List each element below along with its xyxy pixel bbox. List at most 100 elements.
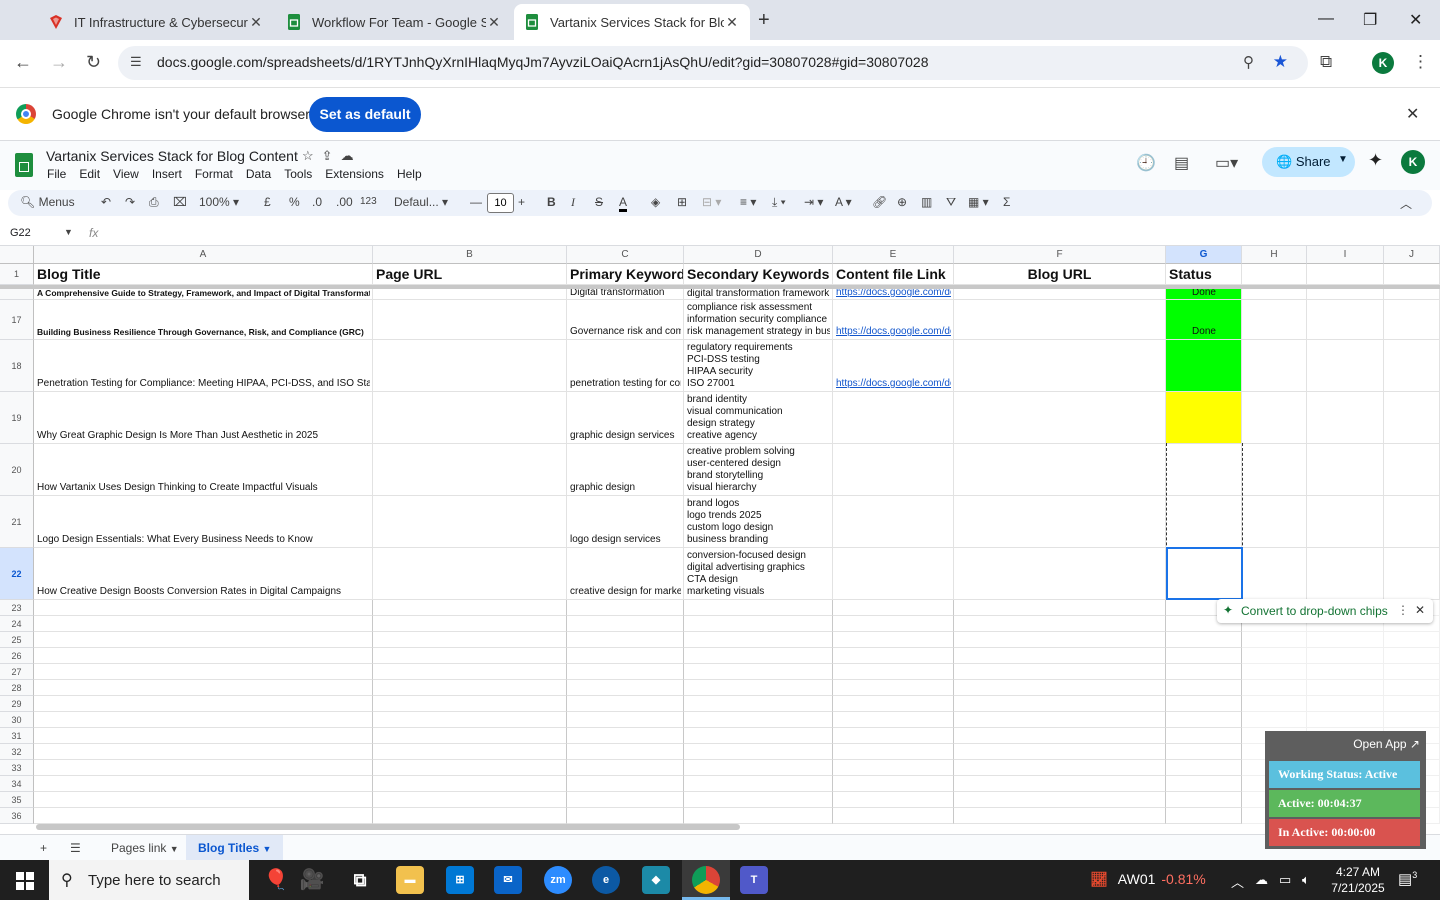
version-history-icon[interactable]: 🕘 (1136, 153, 1156, 173)
cell-page-url[interactable] (373, 444, 567, 496)
zoom-app-icon[interactable]: zm (544, 866, 572, 894)
column-header-j[interactable]: J (1384, 246, 1440, 264)
row-header[interactable]: 21 (0, 496, 34, 548)
forward-arrow-icon[interactable]: → (50, 52, 68, 73)
empty-cell[interactable] (567, 648, 684, 664)
empty-cell[interactable] (34, 600, 373, 616)
menu-format[interactable]: Format (195, 167, 233, 181)
horizontal-align-icon[interactable]: ≡ ▾ (740, 195, 756, 209)
empty-cell[interactable] (34, 680, 373, 696)
cell-blog-title[interactable]: Penetration Testing for Compliance: Meet… (34, 340, 373, 392)
empty-cell[interactable] (954, 760, 1166, 776)
empty-cell[interactable] (1307, 548, 1384, 600)
empty-cell[interactable] (1242, 648, 1307, 664)
empty-cell[interactable] (1242, 496, 1307, 548)
fill-color-icon[interactable]: ◈ (651, 195, 660, 209)
empty-cell[interactable] (1384, 392, 1440, 444)
volume-icon[interactable]: 🔈︎ (1302, 872, 1310, 888)
sheet-tab-active[interactable]: Blog Titles ▼ (186, 835, 284, 861)
header-cell-secondary-keywords[interactable]: Secondary Keywords (684, 264, 833, 285)
empty-cell[interactable] (1307, 648, 1384, 664)
sheet-tab-dropdown-icon[interactable]: ▼ (262, 844, 271, 854)
row-header[interactable]: 32 (0, 744, 34, 760)
comments-icon[interactable]: ▤ (1174, 153, 1189, 173)
close-tab-icon[interactable]: ✕ (724, 14, 740, 31)
onedrive-cloud-icon[interactable]: ☁ (1255, 872, 1268, 888)
empty-cell[interactable] (567, 680, 684, 696)
filter-icon[interactable]: ⛛ (946, 195, 956, 210)
empty-cell[interactable] (1166, 776, 1242, 792)
empty-cell[interactable] (1307, 392, 1384, 444)
empty-cell[interactable] (1307, 264, 1384, 285)
empty-cell[interactable] (373, 680, 567, 696)
menu-data[interactable]: Data (246, 167, 271, 181)
empty-cell[interactable] (833, 648, 954, 664)
empty-cell[interactable] (567, 616, 684, 632)
empty-cell[interactable] (684, 664, 833, 680)
name-box[interactable]: G22 (10, 227, 31, 239)
empty-cell[interactable] (684, 680, 833, 696)
decrease-decimal[interactable]: .0 (312, 195, 322, 209)
task-view-icon[interactable]: ⧉ (346, 866, 374, 894)
row-header[interactable]: 34 (0, 776, 34, 792)
empty-cell[interactable] (567, 728, 684, 744)
empty-cell[interactable] (373, 712, 567, 728)
empty-cell[interactable] (1166, 648, 1242, 664)
windows-start-icon[interactable] (16, 872, 34, 890)
name-box-dropdown-icon[interactable]: ▼ (64, 227, 73, 237)
empty-cell[interactable] (567, 632, 684, 648)
empty-cell[interactable] (1384, 696, 1440, 712)
close-tab-icon[interactable]: ✕ (248, 14, 264, 31)
all-sheets-list-icon[interactable]: ☰ (70, 841, 81, 855)
empty-cell[interactable] (373, 696, 567, 712)
empty-cell[interactable] (567, 664, 684, 680)
empty-cell[interactable] (1384, 680, 1440, 696)
cell-primary-keyword[interactable]: logo design services (567, 496, 684, 548)
empty-cell[interactable] (1166, 728, 1242, 744)
cell-page-url[interactable] (373, 548, 567, 600)
empty-cell[interactable] (684, 792, 833, 808)
cell-page-url[interactable] (373, 289, 567, 300)
empty-cell[interactable] (833, 744, 954, 760)
empty-cell[interactable] (1307, 340, 1384, 392)
empty-cell[interactable] (373, 600, 567, 616)
collapse-toolbar-chevron-up-icon[interactable]: ︿ (1400, 195, 1412, 212)
column-header-h[interactable]: H (1242, 246, 1307, 264)
empty-cell[interactable] (1242, 548, 1307, 600)
column-header-e[interactable]: E (833, 246, 954, 264)
browser-tab[interactable]: Workflow For Team - Google Sh ✕ (276, 4, 512, 40)
empty-cell[interactable] (34, 664, 373, 680)
text-wrap-icon[interactable]: ⇥ ▾ (804, 195, 823, 209)
cell-blog-title[interactable]: Logo Design Essentials: What Every Busin… (34, 496, 373, 548)
empty-cell[interactable] (833, 808, 954, 824)
bold-icon[interactable]: B (547, 195, 556, 209)
cell-secondary-keywords[interactable]: compliance risk assessment information se… (684, 300, 833, 340)
notifications-icon[interactable]: ▤3 (1398, 870, 1417, 888)
increase-decimal[interactable]: .00 (336, 195, 353, 209)
content-file-link[interactable]: https://docs.google.com/do (836, 289, 951, 298)
empty-cell[interactable] (1166, 680, 1242, 696)
insert-chart-icon[interactable]: ▥ (921, 195, 932, 209)
merge-cells-icon[interactable]: ⊟ ▾ (702, 195, 721, 209)
empty-cell[interactable] (684, 728, 833, 744)
header-cell-status[interactable]: Status (1166, 264, 1242, 285)
row-header[interactable]: 19 (0, 392, 34, 444)
menus-search[interactable]: 🔍︎ Menus (20, 195, 75, 209)
empty-cell[interactable] (833, 680, 954, 696)
new-tab-plus-icon[interactable]: + (758, 9, 770, 32)
move-icon[interactable]: ⇪ (322, 148, 341, 163)
empty-cell[interactable] (954, 664, 1166, 680)
spreadsheet-grid[interactable]: A B C D E F G H I J 1 Blog Title Page UR… (0, 246, 1440, 828)
network-icon[interactable]: ▭ (1279, 872, 1291, 888)
cell-content-file-link[interactable] (833, 444, 954, 496)
cell-secondary-keywords[interactable]: brand identity visual communication design… (684, 392, 833, 444)
share-dropdown-icon[interactable]: ▼ (1338, 154, 1348, 165)
cell-blog-url[interactable] (954, 392, 1166, 444)
cell-status[interactable]: Done (1166, 289, 1242, 300)
empty-cell[interactable] (373, 776, 567, 792)
empty-cell[interactable] (954, 696, 1166, 712)
browser-profile-avatar[interactable]: K (1372, 52, 1394, 74)
cell-secondary-keywords[interactable]: conversion-focused design digital adverti… (684, 548, 833, 600)
column-header-f[interactable]: F (954, 246, 1166, 264)
empty-cell[interactable] (684, 744, 833, 760)
